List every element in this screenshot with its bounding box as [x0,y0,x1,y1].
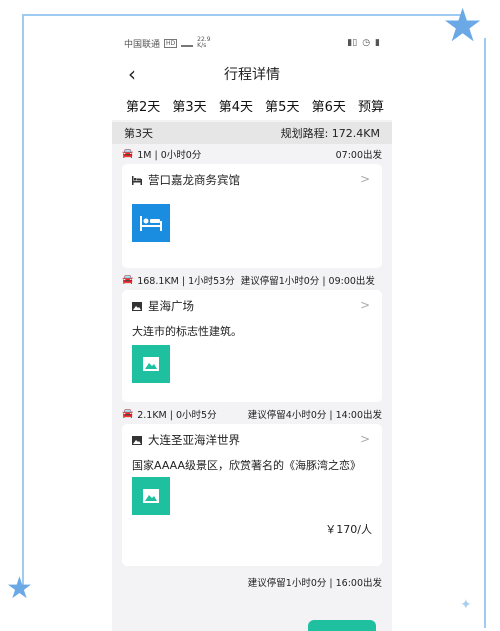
card-description: 国家AAAA级景区，欣赏著名的《海豚湾之恋》 [132,459,362,472]
image-icon [132,435,142,445]
star-decoration-icon: ★ [442,0,484,52]
leg-distance-time: 1M | 0小时0分 [137,150,202,161]
status-bar: 中国联通 HD 22.9 K/s ▮▯ ◷ ▮ [112,28,392,58]
travel-leg: 🚘 168.1KM | 1小时53分 建议停留1小时0分 | 09:00出发 [112,270,392,290]
leg-distance-time: 168.1KM | 1小时53分 [137,276,235,287]
alarm-icon: ◷ [362,38,371,48]
bed-icon [140,216,162,231]
network-speed: 22.9 K/s [197,36,211,49]
image-icon [143,357,159,371]
card-description: 大连市的标志性建筑。 [132,325,242,338]
star-decoration-icon: ★ [6,571,33,606]
tab-day-3[interactable]: 第3天 [172,96,206,115]
car-icon: 🚘 [122,275,134,285]
leg-departure: 建议停留1小时0分 | 16:00出发 [247,578,382,589]
travel-leg: 🚘 1M | 0小时0分 07:00出发 [112,144,392,164]
day-label: 第3天 [124,127,153,140]
car-icon: 🚘 [122,409,134,419]
itinerary-card[interactable]: 营口嘉龙商务宾馆 > [122,164,382,268]
back-button[interactable]: ‹ [120,60,144,88]
nav-bar: ‹ 行程详情 [112,58,392,90]
leg-distance-time: 2.1KM | 0小时5分 [137,410,217,421]
image-icon [132,301,142,311]
page-title: 行程详情 [224,67,280,83]
leg-departure: 建议停留4小时0分 | 14:00出发 [247,410,382,421]
chevron-right-icon[interactable]: > [360,172,370,186]
tab-day-4[interactable]: 第4天 [219,96,253,115]
battery-icon: ▮ [375,38,380,48]
tab-day-2[interactable]: 第2天 [126,96,160,115]
car-icon: 🚘 [122,149,134,159]
hd-badge: HD [164,38,178,48]
decorative-frame-left [22,14,24,586]
hotel-thumbnail [132,204,170,242]
action-button[interactable] [308,620,376,631]
card-title: 营口嘉龙商务宾馆 [148,173,240,187]
itinerary-card[interactable]: 星海广场 > 大连市的标志性建筑。 [122,290,382,402]
card-title: 大连圣亚海洋世界 [148,433,240,447]
tab-day-5[interactable]: 第5天 [265,96,299,115]
tab-day-6[interactable]: 第6天 [312,96,346,115]
decorative-frame-top [22,14,462,16]
day-tabs: 第2天 第3天 第4天 第5天 第6天 预算 [112,90,392,120]
phone-screen: 中国联通 HD 22.9 K/s ▮▯ ◷ ▮ ‹ 行程详情 第2天 第3天 第… [112,28,392,631]
chevron-left-icon: ‹ [128,62,136,86]
decorative-frame-right [484,38,486,628]
tab-budget[interactable]: 预算 [358,96,384,115]
day-header: 第3天 规划路程: 172.4KM [112,122,392,144]
attraction-thumbnail [132,345,170,383]
attraction-thumbnail [132,477,170,515]
image-icon [143,489,159,503]
vibrate-icon: ▮▯ [347,38,358,48]
travel-leg: 建议停留1小时0分 | 16:00出发 [112,572,392,592]
sparkle-decoration-icon: ✦ [460,597,472,613]
carrier-name: 中国联通 [124,39,161,50]
chevron-right-icon[interactable]: > [360,298,370,312]
card-title: 星海广场 [148,299,194,313]
route-distance: 规划路程: 172.4KM [280,127,380,140]
signal-icon [181,39,194,47]
ticket-price: ￥170/人 [325,523,372,536]
chevron-right-icon[interactable]: > [360,432,370,446]
leg-departure: 07:00出发 [335,150,382,161]
travel-leg: 🚘 2.1KM | 0小时5分 建议停留4小时0分 | 14:00出发 [112,404,392,424]
bed-icon [132,175,142,185]
leg-departure: 建议停留1小时0分 | 09:00出发 [240,276,375,287]
itinerary-card[interactable]: 大连圣亚海洋世界 > 国家AAAA级景区，欣赏著名的《海豚湾之恋》 ￥170/人 [122,424,382,566]
